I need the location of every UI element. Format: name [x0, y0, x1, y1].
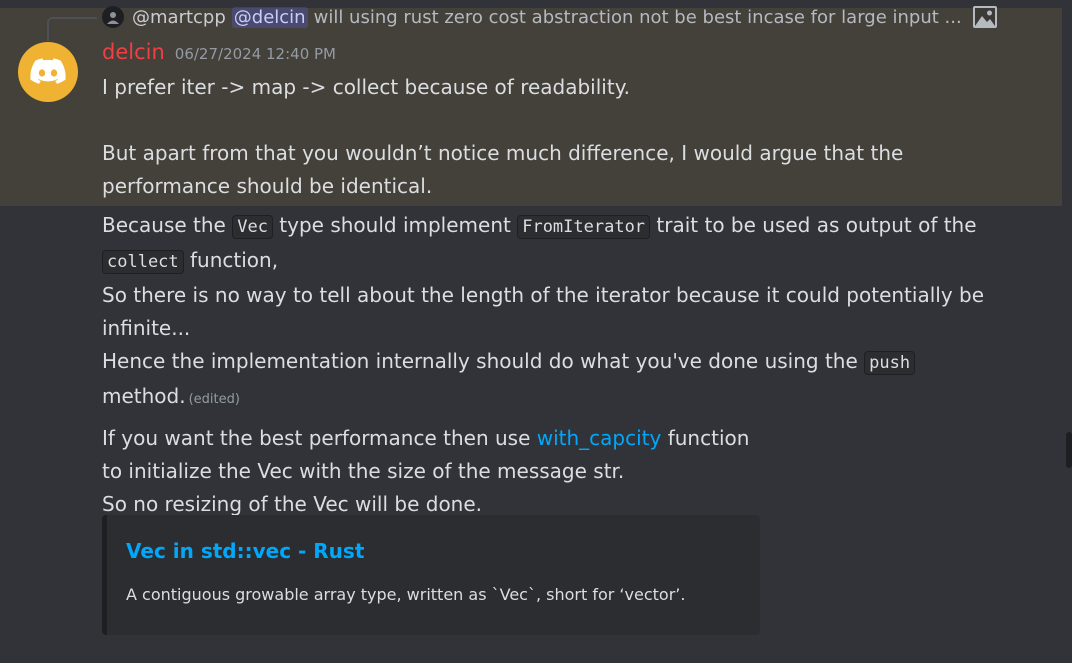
message-paragraph-3: Because the Vec type should implement Fr… — [102, 209, 1022, 416]
link-embed: Vec in std::vec - Rust A contiguous grow… — [102, 515, 760, 635]
text-segment: type should implement — [272, 213, 518, 237]
scrollbar-thumb[interactable] — [1066, 432, 1072, 468]
replied-message-text[interactable]: will using rust zero cost abstraction no… — [314, 7, 962, 28]
reply-mention[interactable]: @delcin — [231, 6, 308, 28]
text-segment: Hence the implementation internally shou… — [102, 349, 865, 373]
user-avatar[interactable] — [18, 42, 78, 102]
inline-code: collect — [102, 250, 184, 274]
message-content: I prefer iter -> map -> collect because … — [102, 71, 1022, 521]
message-header: delcin 06/27/2024 12:40 PM — [102, 40, 336, 70]
replied-user-avatar[interactable] — [102, 6, 124, 28]
username[interactable]: delcin — [102, 40, 165, 64]
inline-code: Vec — [232, 215, 273, 239]
edited-label: (edited) — [188, 392, 240, 407]
text-segment: function, — [183, 248, 279, 272]
reply-preview[interactable]: @martcpp @delcin will using rust zero co… — [102, 4, 998, 30]
text-segment: function — [661, 426, 750, 450]
timestamp[interactable]: 06/27/2024 12:40 PM — [175, 45, 336, 63]
chat-message-view: @martcpp @delcin will using rust zero co… — [0, 0, 1072, 663]
embed-description: A contiguous growable array type, writte… — [126, 585, 686, 604]
inline-code: FromIterator — [517, 215, 651, 239]
text-segment: So there is no way to tell about the len… — [102, 283, 985, 340]
message-paragraph-2: But apart from that you wouldn’t notice … — [102, 141, 904, 198]
embed-title-link[interactable]: Vec in std::vec - Rust — [126, 539, 364, 563]
inline-code: push — [864, 351, 916, 375]
text-segment: If you want the best performance then us… — [102, 426, 537, 450]
text-segment: to initialize the Vec with the size of t… — [102, 459, 625, 483]
reply-spine — [47, 17, 97, 41]
image-icon — [972, 5, 998, 29]
message-paragraph-1: I prefer iter -> map -> collect because … — [102, 75, 631, 99]
with-capacity-link[interactable]: with_capcity — [537, 426, 662, 450]
text-segment: So no resizing of the Vec will be done. — [102, 492, 483, 516]
discord-logo-icon — [30, 58, 66, 84]
message-paragraph-4: If you want the best performance then us… — [102, 422, 1022, 521]
text-segment: method. — [102, 384, 186, 408]
replied-author[interactable]: @martcpp — [132, 7, 226, 28]
text-segment: Because the — [102, 213, 233, 237]
text-segment: trait to be used as output of the — [650, 213, 977, 237]
